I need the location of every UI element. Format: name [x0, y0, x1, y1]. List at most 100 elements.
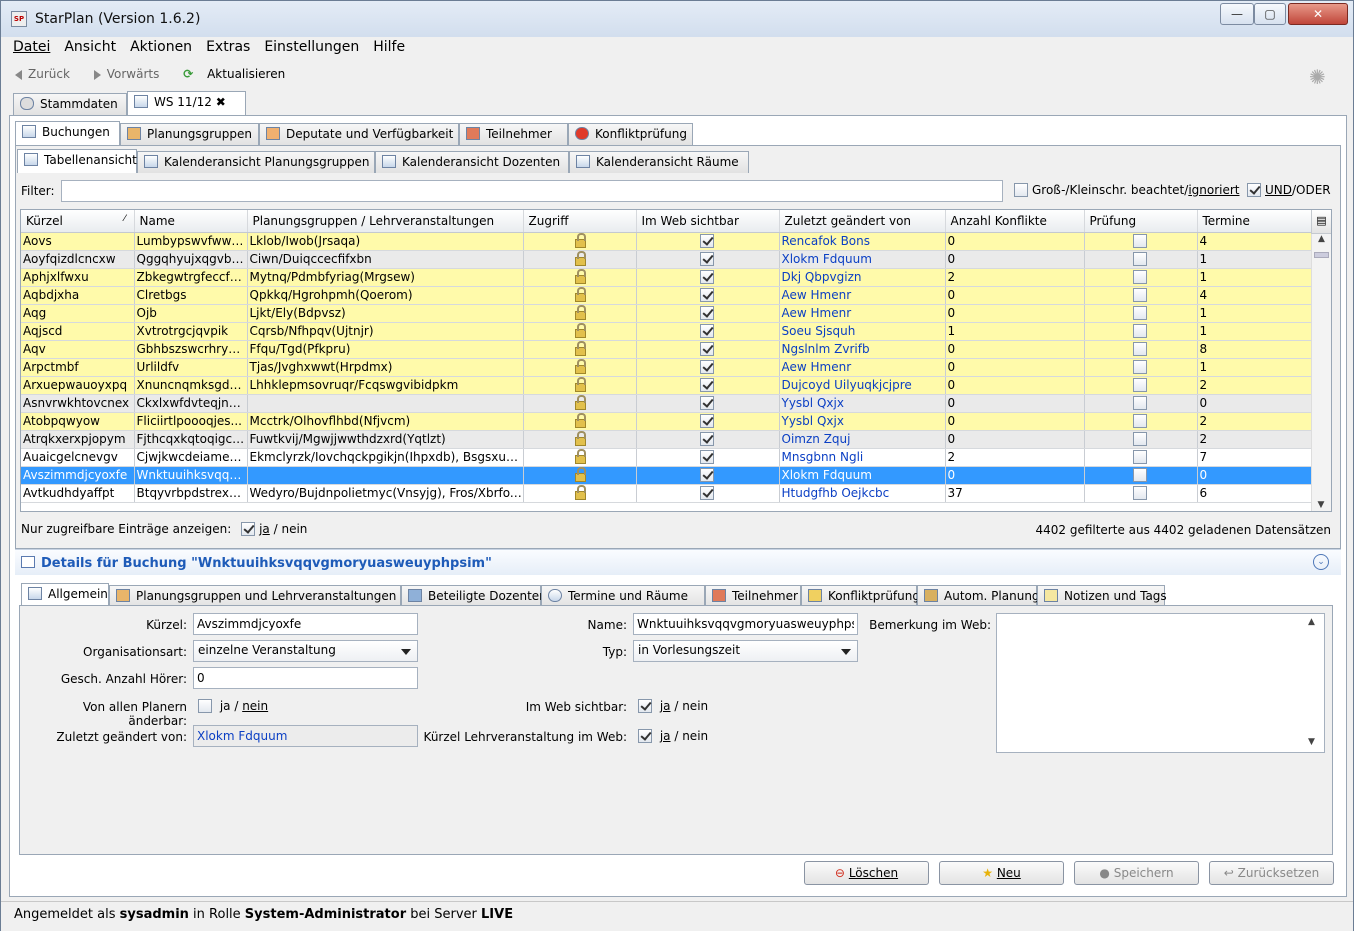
close-window-button[interactable]: ✕ — [1288, 3, 1348, 25]
user-link[interactable]: Rencafok Bons — [782, 234, 871, 248]
web-visible-checkbox[interactable] — [699, 342, 714, 356]
delete-button[interactable]: ⊖ Löschen — [804, 861, 929, 885]
forward-button[interactable]: Vorwärts — [93, 67, 170, 81]
minimize-button[interactable]: — — [1220, 3, 1254, 25]
web-visible-checkbox[interactable] — [699, 360, 714, 374]
user-link[interactable]: Yysbl Qxjx — [782, 414, 844, 428]
menu-ansicht[interactable]: Ansicht — [64, 39, 116, 55]
case-ignore-link[interactable]: ignoriert — [1188, 183, 1239, 197]
typ-select[interactable]: in Vorlesungszeit — [633, 640, 858, 662]
new-button[interactable]: ★ Neu — [939, 861, 1064, 885]
table-row[interactable]: Avszimmdjcyoxfe Wnktuuihksvqqvg... Xlokm F… — [21, 466, 1312, 485]
col-im-web-sichtbar[interactable]: Im Web sichtbar — [636, 210, 780, 233]
case-sensitivity-option[interactable]: Groß-/Kleinschr. beachtet/ignoriert — [1014, 183, 1240, 197]
geaendert-value[interactable]: Xlokm Fdquum — [193, 725, 418, 747]
web-visible-checkbox[interactable] — [699, 252, 714, 266]
column-chooser-icon[interactable]: ▤ — [1311, 210, 1331, 234]
web-visible-checkbox[interactable] — [699, 396, 714, 410]
web-yes[interactable]: ja — [660, 699, 671, 713]
tab-detail-teilnehmer[interactable]: Teilnehmer — [705, 585, 801, 607]
user-link[interactable]: Yysbl Qxjx — [782, 396, 844, 410]
user-link[interactable]: Xlokm Fdquum — [782, 468, 872, 482]
menu-aktionen[interactable]: Aktionen — [130, 39, 192, 55]
lv-web-yes[interactable]: ja — [660, 729, 671, 743]
tab-buchungen[interactable]: Buchungen — [15, 121, 120, 145]
table-row[interactable]: Arpctmbf Urlildfv Tjas/Jvghxwwt(Hrpdmx) Aew… — [21, 358, 1312, 377]
col-planungsgruppen[interactable]: Planungsgruppen / Lehrveranstaltungen — [247, 210, 524, 233]
no-link[interactable]: / nein — [274, 522, 308, 536]
user-link[interactable]: Aew Hmenr — [782, 306, 852, 320]
menu-datei[interactable]: Datei — [13, 39, 50, 55]
menu-einstellungen[interactable]: Einstellungen — [264, 39, 359, 55]
tab-detail-planungsgruppen[interactable]: Planungsgruppen und Lehrveranstaltungen — [109, 585, 401, 607]
table-row[interactable]: Aovs Lumbypswvfwwvt... Lklob/Iwob(Jrsaqa) R… — [21, 232, 1312, 251]
name-input[interactable] — [633, 613, 858, 635]
col-termine[interactable]: Termine — [1197, 210, 1312, 233]
web-checkbox[interactable] — [638, 699, 652, 713]
pruefung-checkbox[interactable] — [1132, 468, 1147, 482]
user-link[interactable]: Aew Hmenr — [782, 288, 852, 302]
table-row[interactable]: Atobpqwyow Fliciirtlpoooqjes... Mcctrk/Olh… — [21, 412, 1312, 431]
lv-web-checkbox[interactable] — [638, 729, 652, 743]
table-row[interactable]: Arxuepwauoyxpq Xnuncnqmksgdys... Lhhklepms… — [21, 376, 1312, 395]
tab-autom-planung[interactable]: Autom. Planung — [917, 585, 1040, 607]
aenderbar-no[interactable]: nein — [242, 699, 268, 713]
user-link[interactable]: Htudgfhb Oejkcbc — [782, 486, 890, 500]
user-link[interactable]: Dujcoyd Uilyuqkjcjpre — [782, 378, 912, 392]
table-row[interactable]: Aqg Ojb Ljkt/Ely(Bdpvsz) Aew Hmenr 0 1 — [21, 304, 1312, 323]
table-row[interactable]: Aoyfqizdlcncxw Qggqhyujxqgvbyj... Ciwn/Dui… — [21, 250, 1312, 269]
user-link[interactable]: Oimzn Zquj — [782, 432, 851, 446]
reset-button[interactable]: ↩ Zurücksetzen — [1209, 861, 1334, 885]
table-row[interactable]: Avtkudhdyaffpt Btqyvrbpdstrexqd... Wedyro/… — [21, 484, 1312, 503]
web-visible-checkbox[interactable] — [699, 432, 714, 446]
pruefung-checkbox[interactable] — [1132, 306, 1147, 320]
tab-notizen-tags[interactable]: Notizen und Tags — [1037, 585, 1167, 607]
aenderbar-checkbox[interactable] — [198, 699, 212, 713]
pruefung-checkbox[interactable] — [1132, 288, 1147, 302]
case-checkbox[interactable] — [1014, 183, 1028, 197]
web-visible-checkbox[interactable] — [699, 450, 714, 464]
user-link[interactable]: Ngslnlm Zvrifb — [782, 342, 870, 356]
col-kuerzel[interactable]: Kürzel ⁄ — [21, 210, 135, 233]
kuerzel-input[interactable] — [193, 613, 418, 635]
table-row[interactable]: Aqbdjxha Clretbgs Qpkkq/Hgrohpmh(Qoerom) Ae… — [21, 286, 1312, 305]
tab-konfliktpruefung[interactable]: Konfliktprüfung — [568, 123, 693, 145]
web-visible-checkbox[interactable] — [699, 306, 714, 320]
pruefung-checkbox[interactable] — [1132, 486, 1147, 500]
table-scrollbar[interactable]: ▲ ▼ — [1311, 234, 1331, 511]
scroll-up-icon[interactable]: ▲ — [1312, 234, 1331, 244]
tab-deputate[interactable]: Deputate und Verfügbarkeit — [259, 123, 459, 145]
lv-web-no[interactable]: / nein — [674, 729, 708, 743]
table-row[interactable]: Aphjxlfwxu Zbkegwtrgfeccfo... Mytnq/Pdmbfy… — [21, 268, 1312, 287]
tab-ws-11-12[interactable]: WS 11/12 ✖ — [127, 91, 246, 115]
organisationsart-select[interactable]: einzelne Veranstaltung — [193, 640, 418, 662]
tab-beteiligte-dozenten[interactable]: Beteiligte Dozenten — [401, 585, 547, 607]
tab-teilnehmer[interactable]: Teilnehmer — [459, 123, 568, 145]
web-visible-checkbox[interactable] — [699, 324, 714, 338]
user-link[interactable]: Mnsgbnn Ngli — [782, 450, 864, 464]
and-or-option[interactable]: UND/ODER — [1247, 183, 1331, 197]
and-or-checkbox[interactable] — [1247, 183, 1261, 197]
col-anzahl-konflikte[interactable]: Anzahl Konflikte — [945, 210, 1085, 233]
tab-detail-konfliktpruefung[interactable]: Konfliktprüfung — [801, 585, 920, 607]
refresh-button[interactable]: ⟳ Aktualisieren — [183, 67, 295, 81]
pruefung-checkbox[interactable] — [1132, 324, 1147, 338]
table-row[interactable]: Aqjscd Xvtrotrgcjqvpik Cqrsb/Nfhpqv(Ujtnjr… — [21, 322, 1312, 341]
textarea-scroll-up-icon[interactable]: ▲ — [1308, 617, 1315, 627]
collapse-icon[interactable]: ⌄ — [1313, 554, 1329, 570]
scroll-down-icon[interactable]: ▼ — [1312, 500, 1330, 510]
table-row[interactable]: Atrqkxerxpjopym Fjthcqxkqtoqigcb... Fuwtkv… — [21, 430, 1312, 449]
save-button[interactable]: ● Speichern — [1074, 861, 1199, 885]
tab-termine-raeume[interactable]: Termine und Räume — [541, 585, 705, 607]
tab-tabellenansicht[interactable]: Tabellenansicht — [17, 149, 137, 173]
pruefung-checkbox[interactable] — [1132, 342, 1147, 356]
web-visible-checkbox[interactable] — [699, 468, 714, 482]
aenderbar-yes[interactable]: ja — [220, 699, 231, 713]
scroll-thumb[interactable] — [1314, 252, 1329, 258]
close-tab-icon[interactable]: ✖ — [216, 95, 226, 109]
pruefung-checkbox[interactable] — [1132, 270, 1147, 284]
web-visible-checkbox[interactable] — [699, 288, 714, 302]
tab-kalender-dozenten[interactable]: Kalenderansicht Dozenten — [375, 151, 569, 173]
tab-kalender-raeume[interactable]: Kalenderansicht Räume — [569, 151, 749, 173]
user-link[interactable]: Xlokm Fdquum — [782, 252, 872, 266]
